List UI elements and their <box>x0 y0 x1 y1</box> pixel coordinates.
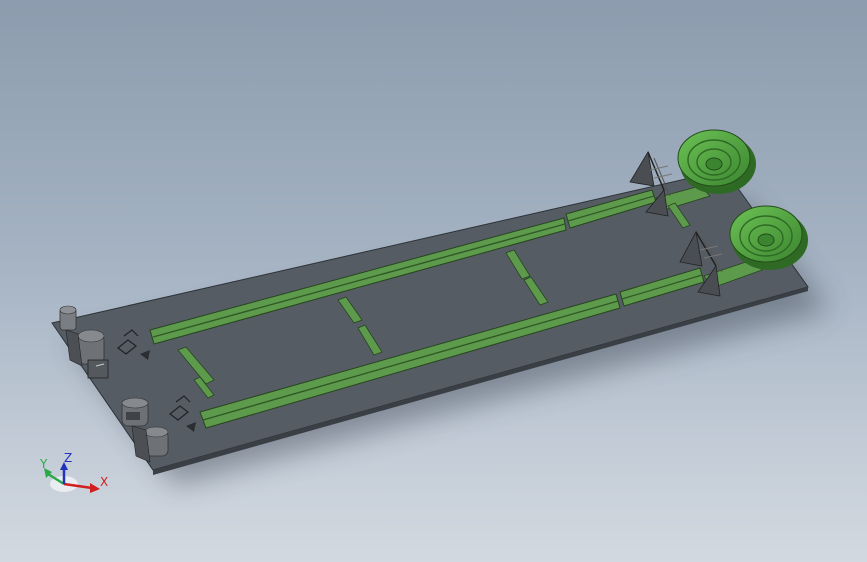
model-scene[interactable] <box>0 0 867 562</box>
z-axis-label: Z <box>64 451 72 465</box>
coordinate-triad: X Y Z <box>39 451 108 493</box>
x-axis-label: X <box>100 475 108 489</box>
y-axis-label: Y <box>39 457 48 471</box>
graphics-viewport[interactable]: X Y Z <box>0 0 867 562</box>
